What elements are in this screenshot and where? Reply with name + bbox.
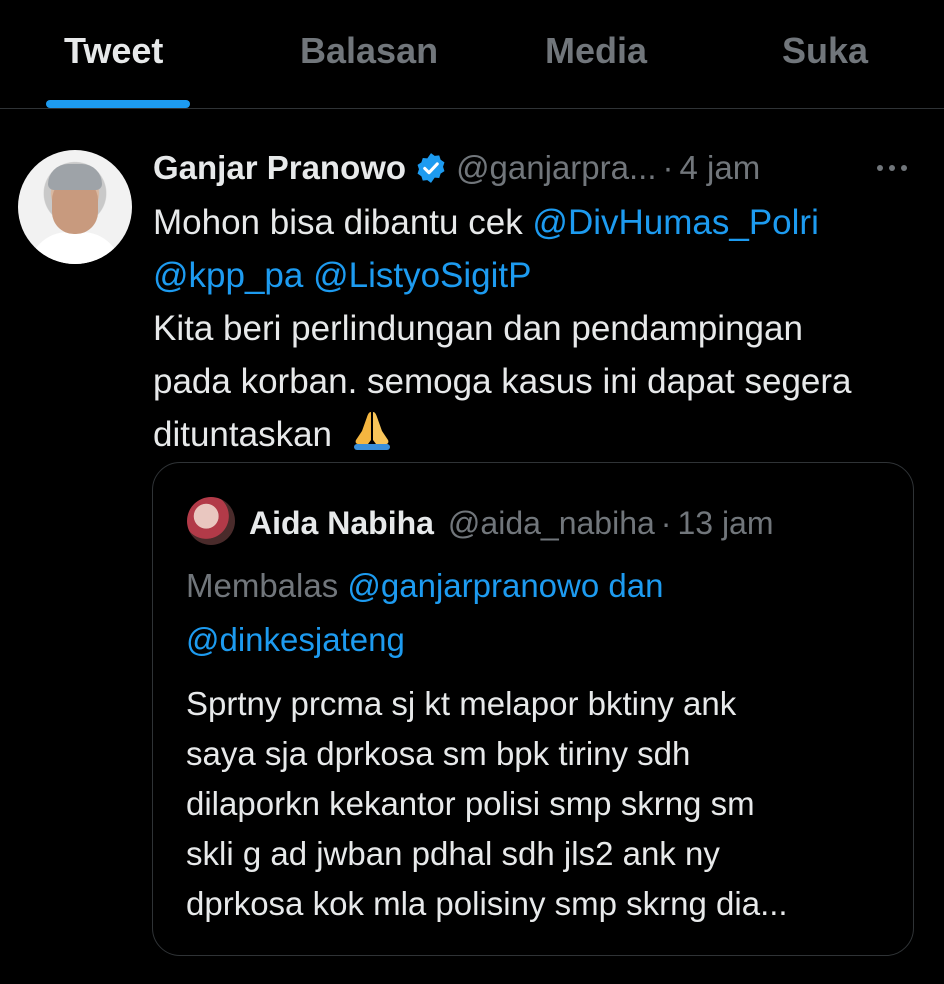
tweet-time[interactable]: 13 jam <box>677 505 773 542</box>
separator-dot: · <box>660 504 672 541</box>
tab-tweet[interactable]: Tweet <box>64 30 163 72</box>
reply-and: dan <box>599 567 664 604</box>
text-space <box>303 256 313 295</box>
avatar[interactable] <box>187 497 235 545</box>
quoted-text-line: Sprtny prcma sj kt melapor bktiny ank <box>186 685 737 722</box>
tab-media[interactable]: Media <box>545 30 647 72</box>
folded-hands-icon <box>353 412 390 450</box>
quoted-text-line: dprkosa kok mla polisiny smp skrng dia..… <box>186 885 788 922</box>
tab-suka[interactable]: Suka <box>782 30 868 72</box>
quoted-tweet-text: Sprtny prcma sj kt melapor bktiny ank sa… <box>186 679 896 929</box>
separator-dot: · <box>662 149 674 186</box>
mention-link[interactable]: @ListyoSigitP <box>313 256 531 295</box>
quoted-tweet[interactable]: Aida Nabiha @aida_nabiha · 13 jam Membal… <box>152 462 914 956</box>
author-handle[interactable]: @aida_nabiha <box>448 505 655 542</box>
profile-tabs: Tweet Balasan Media Suka <box>0 0 944 109</box>
author-handle[interactable]: @ganjarpra... <box>456 149 656 187</box>
quoted-tweet-header: Aida Nabiha @aida_nabiha · 13 jam <box>249 501 774 545</box>
reply-prefix: Membalas <box>186 567 348 604</box>
tweet-text: Mohon bisa dibantu cek @DivHumas_Polri @… <box>153 196 933 461</box>
mention-link[interactable]: @DivHumas_Polri <box>532 203 818 242</box>
tweet-text-line: dituntaskan <box>153 415 333 454</box>
reply-context: Membalas @ganjarpranowo dan @dinkesjaten… <box>186 559 886 667</box>
active-tab-indicator <box>46 100 190 108</box>
author-name[interactable]: Aida Nabiha <box>249 505 434 542</box>
author-name[interactable]: Ganjar Pranowo <box>153 149 406 187</box>
tweet-header: Ganjar Pranowo @ganjarpra... · 4 jam <box>153 145 760 191</box>
quoted-text-line: skli g ad jwban pdhal sdh jls2 ank ny <box>186 835 720 872</box>
tweet-text-line: Mohon bisa dibantu cek <box>153 203 533 242</box>
avatar[interactable] <box>18 150 132 264</box>
tweet-text-line: pada korban. semoga kasus ini dapat sege… <box>153 362 852 401</box>
tab-balasan[interactable]: Balasan <box>300 30 438 72</box>
verified-badge-icon <box>417 153 445 183</box>
tweet-text-line: Kita beri perlindungan dan pendampingan <box>153 309 803 348</box>
mention-link[interactable]: @kpp_pa <box>153 256 303 295</box>
mention-link[interactable]: @ganjarpranowo <box>347 567 599 604</box>
mention-link[interactable]: @dinkesjateng <box>186 621 405 658</box>
quoted-text-line: saya sja dprkosa sm bpk tiriny sdh <box>186 735 691 772</box>
tweet-time[interactable]: 4 jam <box>680 149 761 187</box>
more-dots-icon[interactable] <box>872 153 912 183</box>
quoted-text-line: dilaporkn kekantor polisi smp skrng sm <box>186 785 755 822</box>
